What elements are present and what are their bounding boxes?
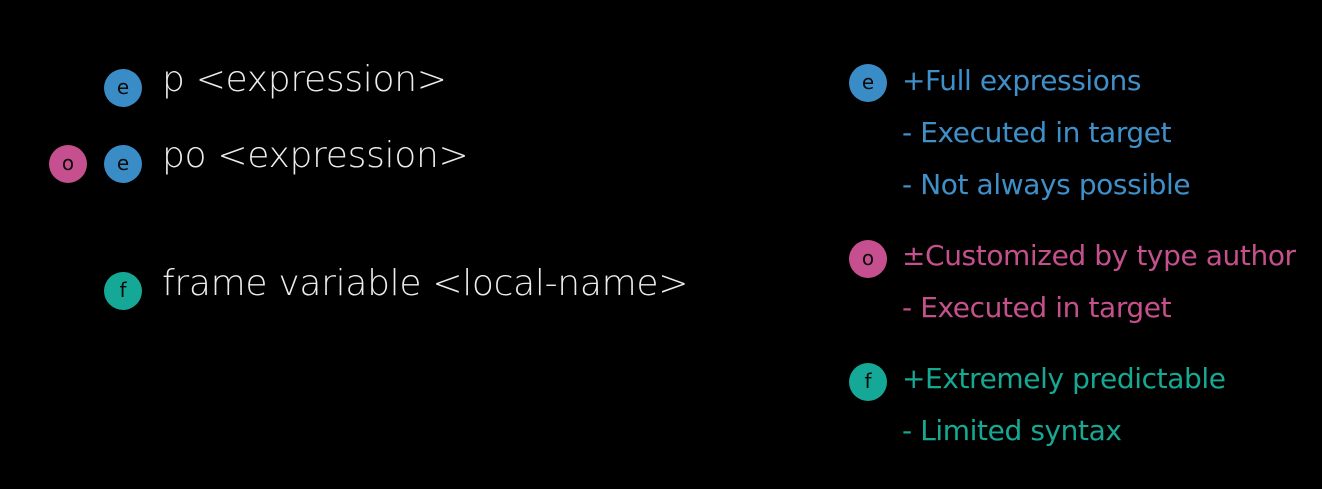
expression-note-line: - Not always possible (902, 168, 1191, 201)
frame-variable-command: frame variable <local-name> (162, 263, 689, 304)
slide: e p <expression> o e po <expression> f f… (0, 0, 1322, 489)
object-badge-icon: o (49, 145, 87, 183)
po-command: po <expression> (162, 135, 469, 176)
object-badge-icon: o (849, 240, 887, 278)
p-command: p <expression> (162, 59, 447, 100)
frame-badge-icon: f (104, 272, 142, 310)
expression-badge-icon: e (104, 145, 142, 183)
expression-badge-icon: e (104, 69, 142, 107)
frame-note-line: - Limited syntax (902, 414, 1122, 447)
expression-note-line: +Full expressions (902, 64, 1142, 97)
object-note-line: - Executed in target (902, 291, 1172, 324)
expression-badge-icon: e (849, 64, 887, 102)
frame-note-line: +Extremely predictable (902, 362, 1226, 395)
expression-note-line: - Executed in target (902, 116, 1172, 149)
object-note-line: ±Customized by type author (902, 239, 1296, 272)
frame-badge-icon: f (849, 363, 887, 401)
